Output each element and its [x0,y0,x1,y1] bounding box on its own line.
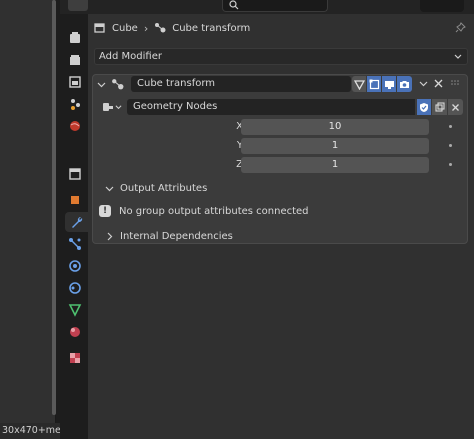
duplicate-icon [434,102,445,112]
info-text: No group output attributes connected [119,205,309,217]
edit-mode-icon [369,79,379,89]
geometry-nodes-icon [112,79,124,90]
output-icon [69,76,81,88]
internal-dependencies-section[interactable]: Internal Dependencies [105,229,233,243]
tab-modifiers[interactable] [65,212,88,232]
editor-type-button[interactable] [68,0,88,11]
tab-physics[interactable] [64,256,86,276]
chevron-right-icon [107,232,113,240]
collection-icon [69,168,81,180]
chevron-down-icon [115,104,122,109]
collapse-chevron-icon[interactable] [97,80,106,89]
particles-icon [69,238,81,250]
modifier-wrench-icon [71,216,82,228]
node-tree-icon [103,103,113,111]
close-icon [452,103,459,111]
world-icon [70,121,80,131]
section-label: Output Attributes [120,182,208,194]
breadcrumb: Cube › Cube transform [94,20,250,36]
tool-icon [70,32,80,43]
duplicate-button[interactable] [432,99,447,115]
texture-icon [70,353,80,363]
node-group-row: Geometry Nodes [99,99,463,115]
constraints-icon [69,282,81,294]
close-icon[interactable] [433,78,444,89]
monitor-icon [384,80,394,89]
breadcrumb-modifier: Cube transform [172,22,251,34]
tab-scene[interactable] [64,116,86,136]
modifier-header: Cube transform [93,75,467,95]
keyframe-dot[interactable] [449,144,452,147]
modifier-toggles [352,76,412,92]
input-value-x[interactable]: 10 [241,119,429,135]
tab-constraints[interactable] [64,278,86,298]
viewport-scrollbar[interactable] [52,0,56,415]
chevron-down-icon[interactable] [419,79,428,88]
viewport-strip[interactable] [0,0,56,439]
add-modifier-label: Add Modifier [99,51,162,62]
on-cage-toggle[interactable] [352,76,367,92]
input-value-z[interactable]: 1 [241,157,429,173]
add-modifier-dropdown[interactable]: Add Modifier [94,48,468,65]
input-label: Y [236,140,243,151]
info-icon: ! [99,205,111,217]
search-input[interactable] [222,0,328,12]
view-layer-icon [71,99,80,110]
node-group-browse-button[interactable] [99,99,125,115]
tab-collection[interactable] [64,164,86,184]
input-value-y[interactable]: 1 [241,138,429,154]
physics-icon [69,260,81,272]
keyframe-dot[interactable] [449,163,452,166]
input-label: Z [236,159,243,170]
camera-icon [400,80,409,88]
input-row-y: Y 1 [93,138,467,154]
tab-output[interactable] [64,72,86,92]
geometry-nodes-icon [155,23,166,33]
unlink-button[interactable] [448,99,463,115]
viewport-toggle[interactable] [382,76,397,92]
tab-particles[interactable] [64,234,86,254]
tab-object[interactable] [64,190,86,210]
pin-button[interactable] [455,22,466,36]
cage-triangle-icon [353,79,365,90]
header-dropdown[interactable] [420,0,464,12]
data-icon [68,304,82,317]
properties-panel: Cube › Cube transform Add Modifier Cube … [88,14,474,439]
node-group-name-field[interactable]: Geometry Nodes [127,99,415,115]
chevron-down-icon [105,186,114,191]
input-label: X [236,121,243,132]
object-type-icon [94,23,105,33]
modifier-panel: Cube transform Geometry Nodes X 10 Y 1 Z… [92,74,468,244]
breadcrumb-separator: › [143,21,149,35]
tab-texture[interactable] [64,348,86,368]
section-label: Internal Dependencies [120,230,233,242]
shield-icon [420,102,428,112]
output-attributes-section[interactable]: Output Attributes [105,181,207,195]
tab-material[interactable] [64,322,86,342]
drag-handle-icon[interactable] [451,80,461,86]
edit-mode-toggle[interactable] [367,76,382,92]
keyframe-dot[interactable] [449,125,452,128]
render-toggle[interactable] [397,76,412,92]
tab-data[interactable] [64,300,86,320]
material-icon [70,327,80,337]
object-icon [71,196,79,204]
fake-user-toggle[interactable] [417,99,431,115]
tab-render[interactable] [64,50,86,70]
input-row-z: Z 1 [93,157,467,173]
search-icon [229,0,239,10]
info-message: ! No group output attributes connected [99,203,309,219]
input-row-x: X 10 [93,119,467,135]
modifier-name-field[interactable]: Cube transform [131,76,351,92]
tab-view-layer[interactable] [64,94,86,114]
properties-tabs [60,14,88,439]
pin-icon [455,22,466,33]
chevron-down-icon [454,54,462,59]
breadcrumb-object: Cube [112,22,138,34]
render-icon [70,55,80,65]
tab-tool[interactable] [64,28,86,48]
